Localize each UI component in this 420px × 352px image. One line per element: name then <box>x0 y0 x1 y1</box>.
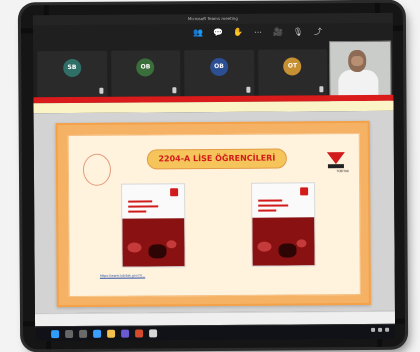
avatar: OT <box>283 57 302 76</box>
slide-inner: 2204-A LİSE ÖĞRENCİLERİ TÜBİTAK https://… <box>67 132 361 298</box>
mic-muted-icon <box>172 87 177 94</box>
avatar: OB <box>209 57 229 77</box>
book-line <box>128 210 147 213</box>
photo-frame: Microsoft Teams meeting 👥 💬 ✋ ⋯ 🎥 🎙 ⤴ SB… <box>20 2 406 350</box>
illustration-shape <box>296 239 307 248</box>
search-icon[interactable] <box>65 329 74 339</box>
illustration-shape <box>127 242 142 253</box>
mic-muted-icon <box>319 86 324 93</box>
participant-strip: SB OB OB OT <box>37 49 328 98</box>
hand-icon[interactable]: ✋ <box>233 28 243 38</box>
participant-name <box>261 86 325 91</box>
powerpoint-icon[interactable] <box>135 329 144 338</box>
share-icon[interactable]: ⤴ <box>313 27 323 37</box>
slide: 2204-A LİSE ÖĞRENCİLERİ TÜBİTAK https://… <box>55 120 371 308</box>
task-view-icon[interactable] <box>79 329 88 338</box>
illustration-shape <box>257 241 272 252</box>
people-icon[interactable]: 👥 <box>193 28 203 38</box>
illustration-shape <box>148 244 167 259</box>
participant-tile[interactable]: OB <box>110 50 181 97</box>
ornament-icon <box>82 153 112 186</box>
tubitak-logo-icon <box>326 152 345 169</box>
participant-name <box>114 87 178 92</box>
participant-name <box>187 87 251 92</box>
book-badge-icon <box>170 188 179 197</box>
file-explorer-icon[interactable] <box>107 329 116 338</box>
teams-icon[interactable] <box>121 329 130 338</box>
slide-link[interactable]: https://www.tubitak.gov.tr/... <box>100 272 330 280</box>
book-line <box>258 204 289 207</box>
participant-name <box>40 88 104 93</box>
participant-tile[interactable]: SB <box>37 50 107 98</box>
window-title: Microsoft Teams meeting <box>187 15 238 22</box>
book-line <box>258 209 277 212</box>
book-badge-icon <box>300 187 309 196</box>
meeting-toolbar: 👥 💬 ✋ ⋯ 🎥 🎙 ⤴ <box>193 27 323 38</box>
system-tray <box>371 327 390 332</box>
speaker-face <box>351 55 364 67</box>
participant-tile[interactable]: OB <box>184 49 254 97</box>
tray-icon[interactable] <box>371 327 376 332</box>
book-line <box>258 199 283 202</box>
participant-tile[interactable]: OT <box>257 49 328 96</box>
logo-label: TÜBİTAK <box>336 169 349 174</box>
monitor-screen: Microsoft Teams meeting 👥 💬 ✋ ⋯ 🎥 🎙 ⤴ SB… <box>32 12 396 342</box>
tray-icon[interactable] <box>378 327 383 332</box>
logo-bar <box>327 164 344 169</box>
book-line <box>128 200 153 203</box>
taskbar-apps <box>51 329 158 339</box>
logo-triangle <box>326 152 345 165</box>
illustration-shape <box>166 240 177 249</box>
book-cover <box>121 183 186 268</box>
camera-icon[interactable]: 🎥 <box>273 28 283 38</box>
book-cover <box>251 182 316 267</box>
mic-icon[interactable]: 🎙 <box>293 27 303 37</box>
edge-icon[interactable] <box>93 329 102 338</box>
toolbar-text <box>173 104 243 108</box>
chrome-icon[interactable] <box>149 329 158 338</box>
mic-muted-icon <box>245 86 250 93</box>
slide-title: 2204-A LİSE ÖĞRENCİLERİ <box>146 148 287 170</box>
taskbar <box>35 323 396 342</box>
more-icon[interactable]: ⋯ <box>253 28 263 38</box>
chat-icon[interactable]: 💬 <box>213 28 223 38</box>
book-line <box>128 205 159 208</box>
presentation-workspace: 2204-A LİSE ÖĞRENCİLERİ TÜBİTAK https://… <box>33 110 395 314</box>
tray-icon[interactable] <box>385 327 390 332</box>
book-illustration <box>122 218 185 267</box>
windows-start-icon[interactable] <box>51 330 60 339</box>
book-illustration <box>252 217 315 266</box>
toolbar-text <box>40 104 160 109</box>
window-titlebar: Microsoft Teams meeting <box>32 12 393 26</box>
avatar: OB <box>136 58 155 77</box>
mic-muted-icon <box>98 87 103 94</box>
illustration-shape <box>278 243 297 258</box>
avatar: SB <box>62 58 82 78</box>
